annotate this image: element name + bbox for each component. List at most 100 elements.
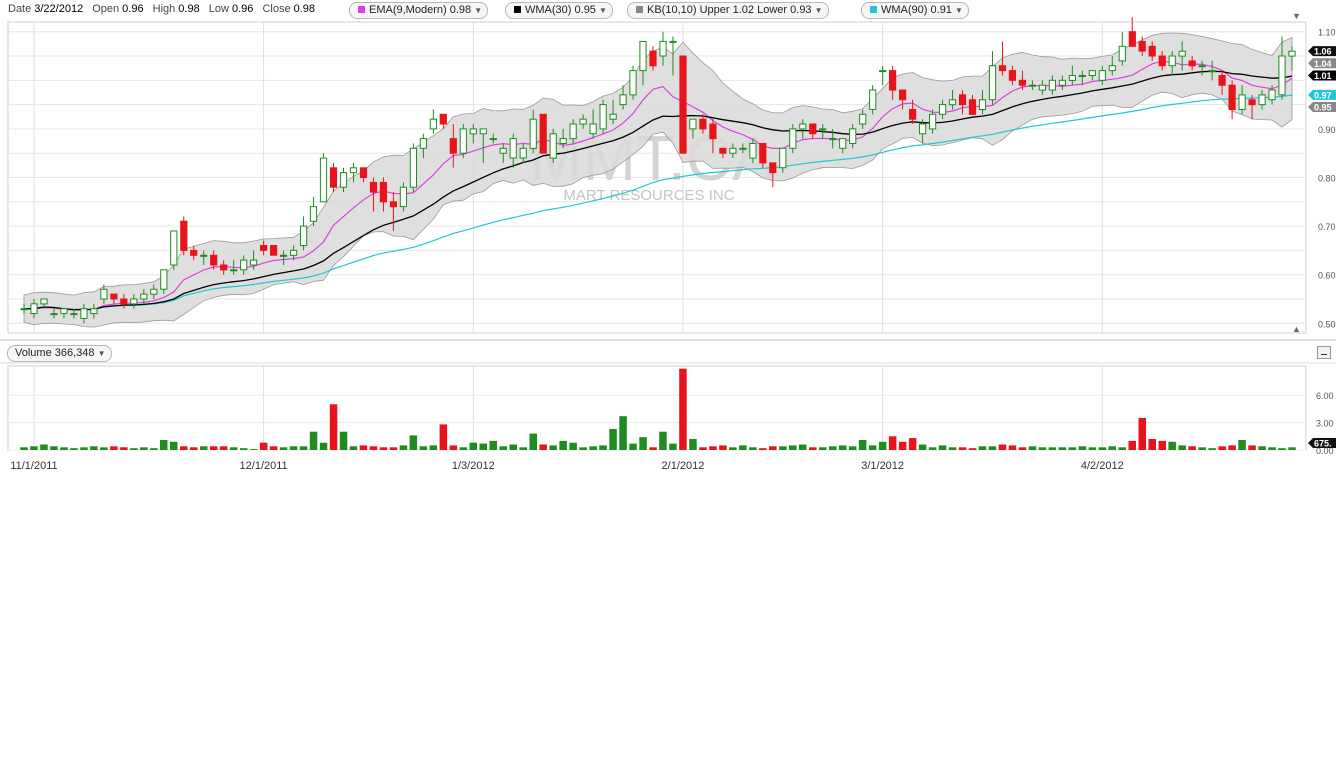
candle-body [240, 259, 248, 271]
candle-body [359, 167, 368, 179]
candle-body [1208, 70, 1216, 73]
volume-bar [1268, 447, 1276, 450]
candle-body [669, 40, 677, 43]
candle-body [1128, 31, 1136, 47]
volume-bar [239, 448, 248, 450]
candle-body [270, 245, 278, 256]
volume-bar [130, 448, 138, 450]
volume-bars [20, 368, 1296, 450]
volume-bar [1208, 448, 1216, 450]
volume-pill[interactable]: Volume 366,348 ▼ [7, 345, 112, 362]
candle-body [339, 172, 348, 188]
volume-bar [918, 444, 927, 450]
volume-bar [938, 445, 947, 450]
volume-bar [819, 447, 827, 450]
candle-body [319, 157, 328, 203]
candle-body [978, 99, 987, 111]
candle-body [589, 123, 597, 135]
candle-body [80, 308, 88, 319]
candle-body [1008, 70, 1016, 81]
price-tag: 0.95 [1308, 102, 1336, 113]
candle-body [419, 138, 427, 149]
candle-body [1058, 79, 1067, 86]
volume-panel-frame [7, 365, 1307, 451]
volume-bar [609, 429, 617, 450]
volume-bar [539, 444, 547, 450]
candle [319, 153, 328, 203]
candle [988, 51, 997, 105]
candle-body [220, 264, 228, 271]
volume-bar [1238, 440, 1246, 450]
volume-bar [479, 443, 487, 450]
candle-body [948, 99, 957, 106]
volume-bar [319, 442, 328, 450]
volume-bar [1188, 446, 1196, 450]
candle-body [329, 167, 338, 188]
candle-body [1228, 84, 1236, 110]
volume-bar [679, 368, 687, 450]
candle-body [919, 123, 927, 135]
volume-bar [729, 447, 737, 450]
volume-bar [1108, 446, 1116, 450]
volume-bar [579, 447, 587, 450]
volume-bar [1128, 440, 1136, 450]
volume-bar [1048, 447, 1057, 450]
candle-body [639, 40, 647, 72]
volume-bar [928, 447, 937, 450]
volume-bar [160, 440, 168, 450]
candle-body [180, 220, 188, 251]
volume-bar [1138, 418, 1146, 450]
volume-bar [799, 444, 807, 450]
candle-body [779, 147, 787, 169]
volume-bar [269, 446, 278, 450]
candle-body [899, 89, 907, 101]
volume-bar [499, 446, 507, 450]
candle [270, 245, 278, 256]
volume-bar [170, 441, 178, 450]
volume-bar [359, 445, 368, 450]
volume-bar [1288, 447, 1296, 450]
volume-bar [60, 447, 68, 450]
volume-bar [190, 447, 198, 450]
candle-body [739, 147, 747, 150]
candle-body [369, 181, 378, 193]
volume-bar [1058, 447, 1067, 450]
candle-body [429, 118, 437, 130]
candle-body [659, 40, 667, 57]
volume-bar [459, 447, 468, 450]
volume-bar [299, 446, 308, 450]
volume-bar [789, 445, 797, 450]
candle-body [849, 128, 857, 144]
candle-body [1158, 55, 1166, 67]
candle-body [40, 298, 48, 305]
volume-bar [519, 447, 527, 450]
volume-tag-label: 675. [1314, 439, 1332, 449]
volume-bar [30, 446, 38, 450]
candle-body [689, 118, 697, 130]
candle-body [869, 89, 877, 110]
price-tag: 1.06 [1308, 46, 1336, 57]
volume-bar [898, 441, 907, 450]
volume-bar [629, 443, 637, 450]
candle-body [509, 138, 517, 159]
volume-bar [409, 435, 418, 450]
volume-bar [988, 446, 997, 450]
candle-body [599, 104, 607, 130]
volume-bar [259, 442, 268, 450]
candle-body [519, 147, 527, 159]
candle-body [799, 123, 807, 130]
volume-bar [100, 447, 108, 450]
volume-bar [759, 448, 767, 450]
candle-body [719, 147, 727, 154]
volume-bar [1218, 446, 1226, 450]
candle [549, 128, 557, 163]
volume-bar [110, 446, 118, 450]
minimize-panel-button[interactable] [1317, 346, 1331, 359]
candle-body [1078, 75, 1086, 77]
volume-bar [90, 446, 98, 450]
candle-body [170, 230, 178, 266]
volume-bar [1008, 445, 1017, 450]
date-tick-label: 11/1/2011 [10, 460, 57, 472]
price-tick-label: 0.90 [1318, 125, 1336, 135]
candle-body [1048, 79, 1057, 91]
